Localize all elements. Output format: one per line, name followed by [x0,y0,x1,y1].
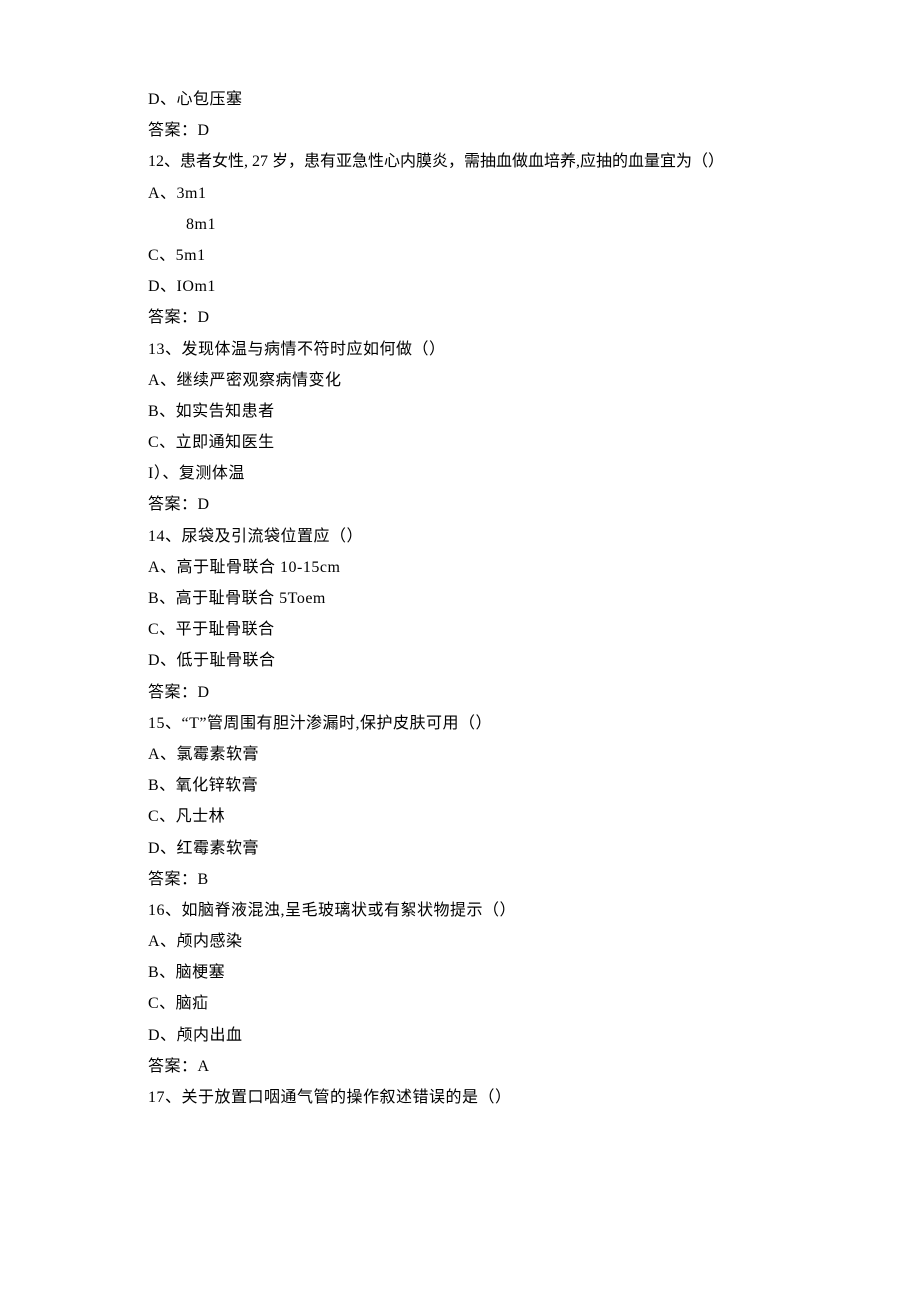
q12-option-d: D、IOm1 [148,271,822,302]
q16-stem: 16、如脑脊液混浊,呈毛玻璃状或有絮状物提示（） [148,895,822,926]
q15-option-d: D、红霉素软膏 [148,833,822,864]
q14-option-b: B、高于耻骨联合 5Toem [148,583,822,614]
q13-answer: 答案：D [148,489,822,520]
q13-option-c: C、立即通知医生 [148,427,822,458]
q13-option-d: I）、复测体温 [148,458,822,489]
q13-stem: 13、发现体温与病情不符时应如何做（） [148,334,822,365]
q12-stem: 12、患者女性, 27 岁，患有亚急性心内膜炎，需抽血做血培养,应抽的血量宜为（… [148,146,822,177]
q15-option-c: C、凡士林 [148,801,822,832]
q14-option-d: D、低于耻骨联合 [148,645,822,676]
q12-option-b: 8m1 [148,209,822,240]
q12-option-a: A、3m1 [148,178,822,209]
q13-option-b: B、如实告知患者 [148,396,822,427]
q14-answer: 答案：D [148,677,822,708]
q15-answer: 答案：B [148,864,822,895]
q12-option-c: C、5m1 [148,240,822,271]
q13-option-a: A、继续严密观察病情变化 [148,365,822,396]
q16-option-d: D、颅内出血 [148,1020,822,1051]
q16-answer: 答案：A [148,1051,822,1082]
q16-option-a: A、颅内感染 [148,926,822,957]
q16-option-b: B、脑梗塞 [148,957,822,988]
q15-stem: 15、“T”管周围有胆汁渗漏时,保护皮肤可用（） [148,708,822,739]
q14-option-a: A、高于耻骨联合 10-15cm [148,552,822,583]
q15-option-b: B、氧化锌软膏 [148,770,822,801]
document-page: D、心包压塞 答案：D 12、患者女性, 27 岁，患有亚急性心内膜炎，需抽血做… [0,0,920,1173]
q11-answer: 答案：D [148,115,822,146]
q12-answer: 答案：D [148,302,822,333]
q11-option-d: D、心包压塞 [148,84,822,115]
q16-option-c: C、脑疝 [148,988,822,1019]
q17-stem: 17、关于放置口咽通气管的操作叙述错误的是（） [148,1082,822,1113]
q15-option-a: A、氯霉素软膏 [148,739,822,770]
q14-option-c: C、平于耻骨联合 [148,614,822,645]
q14-stem: 14、尿袋及引流袋位置应（） [148,521,822,552]
